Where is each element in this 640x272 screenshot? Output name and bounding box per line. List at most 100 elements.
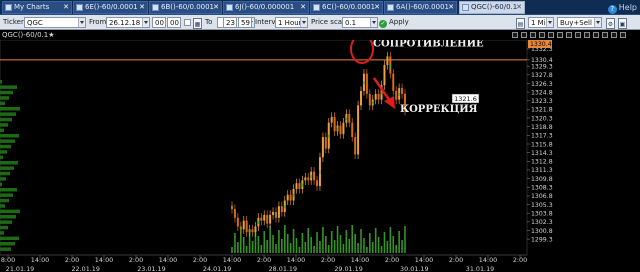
volume-bar [242,237,245,253]
y-tick-label: 1321.8 [531,107,553,114]
candle-body [313,171,316,181]
profile-bar [0,242,15,246]
pan-icon[interactable] [539,32,545,38]
from-minute-field[interactable]: 00 [167,17,181,28]
candle-body [365,73,368,94]
from-hour-field[interactable]: 00 [152,17,166,28]
x-time-label: 2:00 [321,256,335,264]
options-icon[interactable] [611,32,617,38]
volume-bar [316,232,318,253]
volume-bar [278,230,280,253]
profile-bar [0,155,3,160]
candle-body [360,90,363,106]
candle-volume-mark [380,91,383,95]
close-icon[interactable]: ✕ [63,2,69,13]
x-time-label: 14:00 [95,256,113,264]
tab-6j[interactable]: 6J()-60/0.000001 ✕ [223,1,309,14]
from-hour-value: 00 [155,19,164,27]
grid-view-icon[interactable]: ▤ [516,18,525,29]
tab-my-charts[interactable]: My Charts ✕ [2,1,72,14]
price-scale-field[interactable]: 0.1 [342,17,378,28]
y-tick-label: 1309.8 [531,176,553,183]
layout-icon[interactable]: ▣ [618,18,627,29]
candle-volume-mark [257,221,259,225]
to-minute-field[interactable]: 59 [238,17,252,28]
chevron-down-icon [142,18,149,27]
zoom-out-icon[interactable] [521,32,527,38]
tab-label: 6C()-60/0.0001 [322,3,376,11]
volume-bar [395,245,398,253]
calendar-icon[interactable]: ▦ [193,18,202,29]
tab-6c[interactable]: 6C()-60/0.0001 ✕ [310,1,383,14]
rectangle-tool-icon[interactable] [566,32,572,38]
help-button[interactable]: ? Help [607,1,637,14]
y-tick-label: 1326.3 [531,81,553,88]
candle-body [245,220,248,233]
zoom-in-icon[interactable] [512,32,518,38]
x-time-label: 14:00 [223,256,241,264]
volume-bar [310,237,312,253]
side-select[interactable]: Buy+Sell [557,17,602,28]
close-icon[interactable]: ✕ [448,2,454,13]
maximize-icon[interactable] [620,32,626,38]
levels-icon[interactable] [584,32,590,38]
ticker-select[interactable]: QGC [24,17,86,28]
tab-qgc[interactable]: QGC()-60/0.1 ✕ [459,1,525,14]
y-tick-label: 1311.3 [531,167,553,174]
close-icon[interactable]: ✕ [516,2,522,13]
candle-body [348,114,351,123]
tab-6a[interactable]: 6A()-60/0.0001 ✕ [384,1,457,14]
tab-6b[interactable]: 6B()-60/0.0001 ✕ [149,1,222,14]
volume-bar [380,246,383,253]
candle-volume-mark [284,205,286,209]
candle-volume-mark [354,144,356,148]
line-tool-icon[interactable] [548,32,554,38]
price-chart[interactable]: СОПРОТИВЛЕНИЕ КОРРЕКЦИЯ 1321.6 1332.3133… [0,40,640,272]
print-icon[interactable] [602,32,608,38]
profile-bar [0,204,5,208]
profile-bar [0,209,20,214]
candle-body [401,88,404,94]
y-tick-label: 1299.3 [531,236,553,243]
apply-button[interactable]: ✓ Apply [379,17,409,28]
chart-tab-icon [226,4,233,11]
profile-bar [0,112,16,116]
toolbar: Ticker QGC From 26.12.18 00 00 ▦ To 23 5… [0,15,640,30]
close-icon[interactable]: ✕ [139,2,145,13]
timeframe-select[interactable]: 1 Min [528,17,554,28]
volume-bar [366,247,368,253]
to-hour-field[interactable]: 23 [223,17,237,28]
close-icon[interactable]: ✕ [374,2,380,13]
crosshair-icon[interactable] [530,32,536,38]
volume-bar [272,235,274,253]
fib-tool-icon[interactable] [575,32,581,38]
profile-bar [0,236,19,241]
profile-bar [0,188,17,192]
favorite-star-icon[interactable]: ★ [48,31,54,39]
interval-select[interactable]: 1 Hour [275,17,308,28]
interval-value: 1 Hour [278,19,302,27]
y-tick-label: 1306.8 [531,193,553,200]
tab-6e[interactable]: 6E()-60/0.0001 ✕ [73,1,148,14]
candle-body [342,122,345,135]
candle-volume-mark [248,229,251,233]
text-tool-icon[interactable] [557,32,563,38]
ticker-value: QGC [27,19,43,27]
close-icon[interactable]: ✕ [300,2,306,13]
candle-body [236,217,239,227]
candle-volume-mark [328,134,330,138]
candle-volume-mark [336,127,339,131]
check-icon: ✓ [379,20,387,28]
settings-icon[interactable]: ⚙ [606,18,615,29]
export-icon[interactable] [593,32,599,38]
chart-title: QGC()-60/0.1★ [2,31,55,39]
candle-volume-mark [292,193,295,197]
close-icon[interactable]: ✕ [213,2,219,13]
volume-bar [363,238,365,253]
profile-bar [0,101,5,106]
candle-body [295,183,298,189]
from-date-field[interactable]: 26.12.18 [106,17,150,28]
x-date-label: 31.01.19 [466,265,494,272]
candle-body [386,56,389,66]
to-checkbox[interactable] [184,19,191,26]
